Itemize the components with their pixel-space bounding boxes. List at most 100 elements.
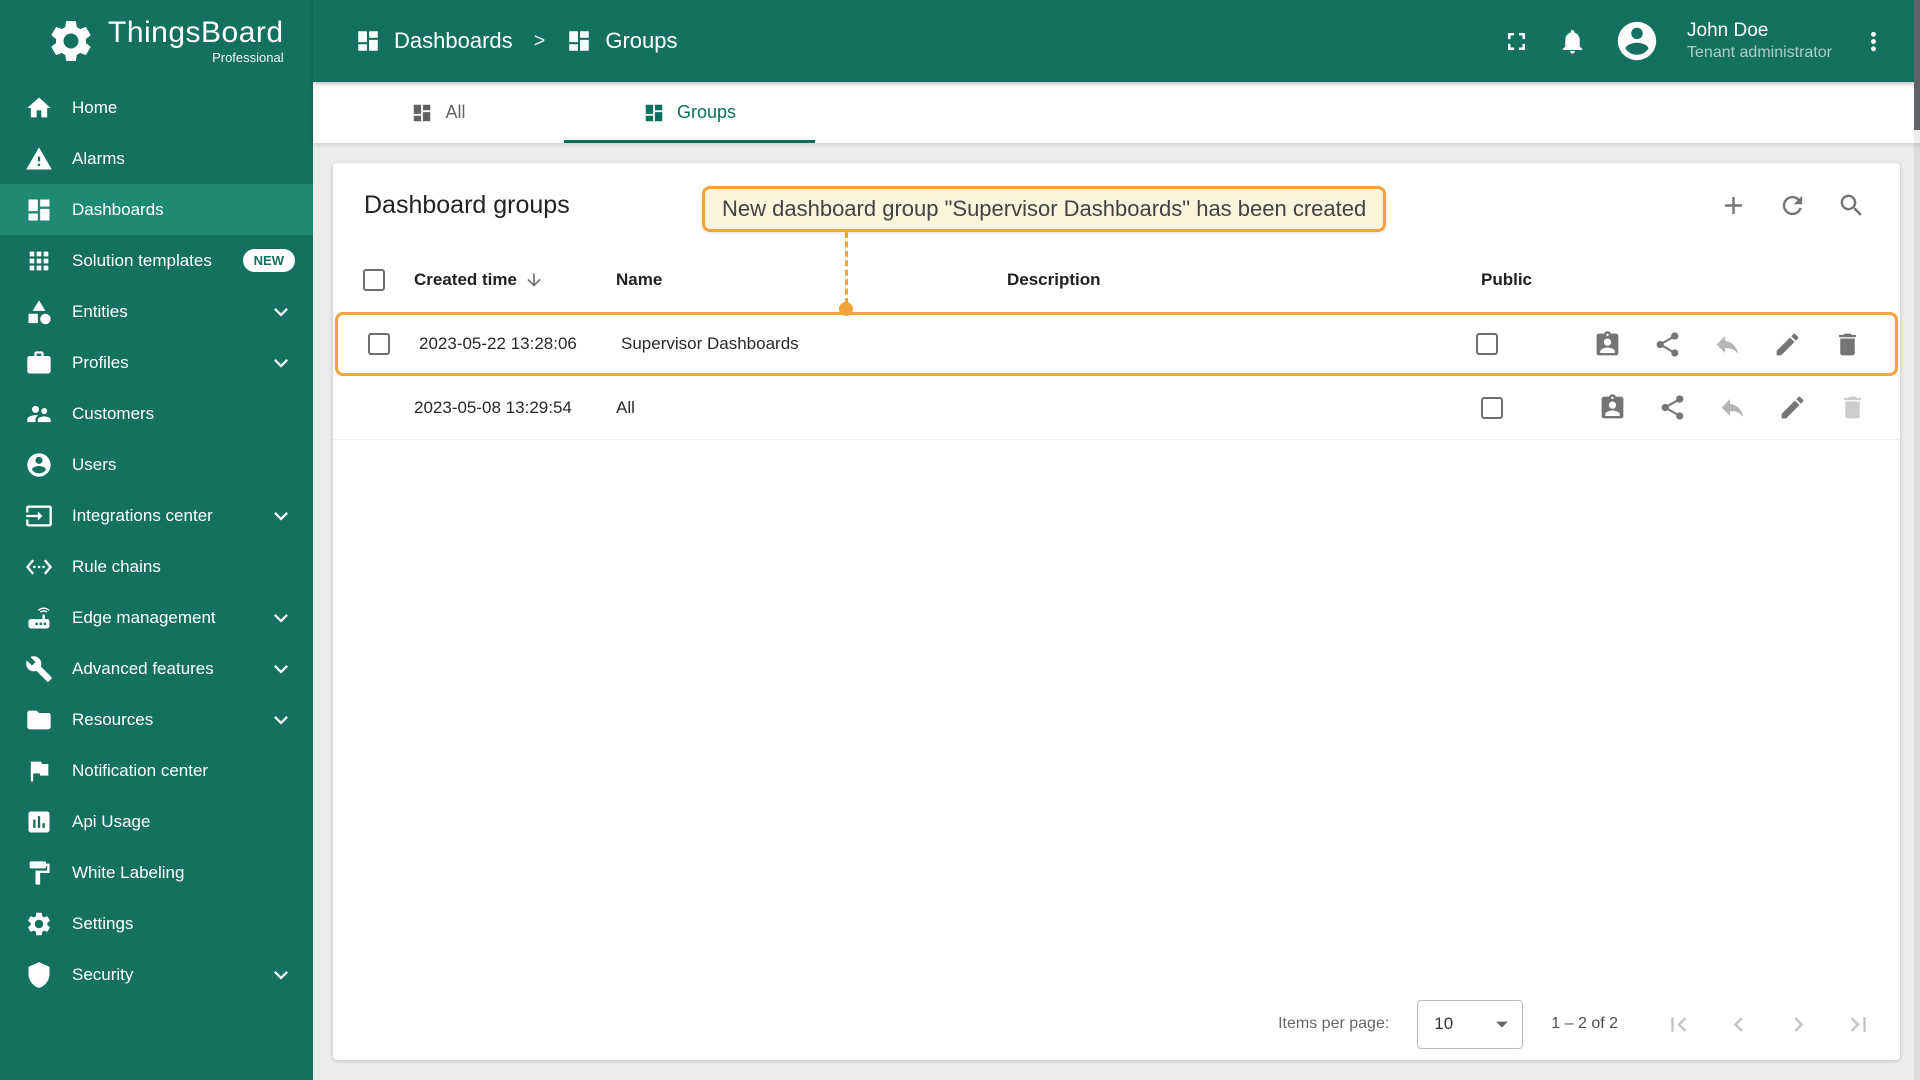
sidebar-item-alarms[interactable]: Alarms <box>0 133 313 184</box>
api-usage-chart-icon <box>25 808 53 836</box>
public-checkbox[interactable] <box>1481 396 1503 419</box>
sidebar-item-security[interactable]: Security <box>0 949 313 1000</box>
manage-group-users-icon[interactable] <box>1598 393 1627 422</box>
add-group-button[interactable] <box>1719 191 1748 220</box>
sidebar-item-settings[interactable]: Settings <box>0 898 313 949</box>
cell-created-time: 2023-05-08 13:29:54 <box>414 397 572 417</box>
page-scrollbar[interactable] <box>1914 0 1920 1080</box>
delete-trash-icon <box>1838 393 1867 422</box>
dashboards-grid-icon <box>355 28 381 54</box>
thingsboard-logo-icon <box>46 16 96 66</box>
chevron-down-icon <box>267 961 295 989</box>
table-empty-space <box>333 440 1900 988</box>
make-private-icon[interactable] <box>1718 393 1747 422</box>
grid-icon <box>643 102 665 124</box>
breadcrumb-separator: > <box>533 29 546 52</box>
user-role: Tenant administrator <box>1687 43 1832 61</box>
integrations-icon <box>25 502 53 530</box>
public-checkbox[interactable] <box>1476 333 1498 355</box>
sidebar-item-integrations-center[interactable]: Integrations center <box>0 490 313 541</box>
next-page-icon[interactable] <box>1784 1010 1813 1039</box>
sidebar-item-profiles[interactable]: Profiles <box>0 337 313 388</box>
resources-folder-icon <box>25 706 53 734</box>
scrollbar-thumb[interactable] <box>1914 0 1920 130</box>
make-private-icon[interactable] <box>1713 330 1742 359</box>
app-root: ThingsBoard Professional Home Alarms Das… <box>0 0 1920 1080</box>
refresh-button[interactable] <box>1778 191 1807 220</box>
white-labeling-paint-icon <box>25 859 53 887</box>
sidebar-item-advanced-features[interactable]: Advanced features <box>0 643 313 694</box>
brand-logo[interactable]: ThingsBoard Professional <box>0 0 313 82</box>
share-icon[interactable] <box>1658 393 1687 422</box>
column-header-name[interactable]: Name <box>599 270 990 290</box>
rule-chains-icon <box>25 553 53 581</box>
share-icon[interactable] <box>1653 330 1682 359</box>
search-button[interactable] <box>1837 191 1866 220</box>
fullscreen-icon[interactable] <box>1502 27 1531 56</box>
profiles-icon <box>25 349 53 377</box>
table-row[interactable]: 2023-05-22 13:28:06 Supervisor Dashboard… <box>335 312 1898 376</box>
home-icon <box>25 94 53 122</box>
chevron-down-icon <box>267 349 295 377</box>
first-page-icon[interactable] <box>1664 1010 1693 1039</box>
row-checkbox[interactable] <box>368 333 390 355</box>
page-size-select[interactable]: 10 <box>1417 999 1524 1049</box>
callout-connector-dot <box>839 302 853 316</box>
cell-name: All <box>616 397 635 417</box>
edge-management-icon <box>25 604 53 632</box>
paginator: Items per page: 10 1 – 2 of 2 <box>333 988 1900 1060</box>
sidebar-item-edge-management[interactable]: Edge management <box>0 592 313 643</box>
gear-icon <box>25 910 53 938</box>
avatar[interactable] <box>1614 18 1660 64</box>
sidebar-nav: Home Alarms Dashboards Solution template… <box>0 82 313 1080</box>
chevron-down-icon <box>267 706 295 734</box>
delete-trash-icon[interactable] <box>1833 330 1862 359</box>
entities-icon <box>25 298 53 326</box>
sidebar-item-rule-chains[interactable]: Rule chains <box>0 541 313 592</box>
dashboard-groups-card: Dashboard groups New dashboard group "Su… <box>333 163 1900 1060</box>
breadcrumb-item-groups[interactable]: Groups <box>605 28 677 54</box>
alarm-warning-icon <box>25 145 53 173</box>
edit-pencil-icon[interactable] <box>1778 393 1807 422</box>
column-header-description[interactable]: Description <box>990 270 1464 290</box>
column-header-created-time[interactable]: Created time <box>397 270 599 290</box>
sort-descending-icon <box>524 270 544 290</box>
content: Dashboard groups New dashboard group "Su… <box>313 143 1920 1080</box>
page-range-label: 1 – 2 of 2 <box>1551 1015 1618 1032</box>
table-row[interactable]: 2023-05-08 13:29:54 All <box>333 376 1900 440</box>
tab-all[interactable]: All <box>313 82 564 143</box>
sidebar-item-solution-templates[interactable]: Solution templates NEW <box>0 235 313 286</box>
last-page-icon[interactable] <box>1844 1010 1873 1039</box>
previous-page-icon[interactable] <box>1724 1010 1753 1039</box>
chevron-down-icon <box>267 298 295 326</box>
sidebar-item-home[interactable]: Home <box>0 82 313 133</box>
new-badge: NEW <box>242 249 295 272</box>
topbar: Dashboards > Groups John Doe Tenant admi… <box>313 0 1920 82</box>
column-header-public[interactable]: Public <box>1464 270 1595 290</box>
notification-flag-icon <box>25 757 53 785</box>
edit-pencil-icon[interactable] <box>1773 330 1802 359</box>
topbar-right: John Doe Tenant administrator <box>1502 18 1888 64</box>
sidebar-item-entities[interactable]: Entities <box>0 286 313 337</box>
sidebar-item-notification-center[interactable]: Notification center <box>0 745 313 796</box>
sidebar-item-white-labeling[interactable]: White Labeling <box>0 847 313 898</box>
tab-groups[interactable]: Groups <box>564 82 815 143</box>
sidebar-item-dashboards[interactable]: Dashboards <box>0 184 313 235</box>
sidebar-item-users[interactable]: Users <box>0 439 313 490</box>
users-icon <box>25 451 53 479</box>
sidebar-item-customers[interactable]: Customers <box>0 388 313 439</box>
sidebar-item-api-usage[interactable]: Api Usage <box>0 796 313 847</box>
select-all-checkbox[interactable] <box>363 268 385 291</box>
chevron-down-icon <box>267 655 295 683</box>
more-vert-icon[interactable] <box>1859 27 1888 56</box>
toast-callout: New dashboard group "Supervisor Dashboar… <box>702 186 1387 232</box>
breadcrumb-item-dashboards[interactable]: Dashboards <box>394 28 513 54</box>
main-area: Dashboards > Groups John Doe Tenant admi… <box>313 0 1920 1080</box>
brand-name: ThingsBoard <box>108 15 284 49</box>
manage-group-users-icon[interactable] <box>1593 330 1622 359</box>
tabbar: All Groups <box>313 82 1920 143</box>
customers-icon <box>25 400 53 428</box>
card-actions <box>1719 191 1866 220</box>
sidebar-item-resources[interactable]: Resources <box>0 694 313 745</box>
notifications-bell-icon[interactable] <box>1558 27 1587 56</box>
